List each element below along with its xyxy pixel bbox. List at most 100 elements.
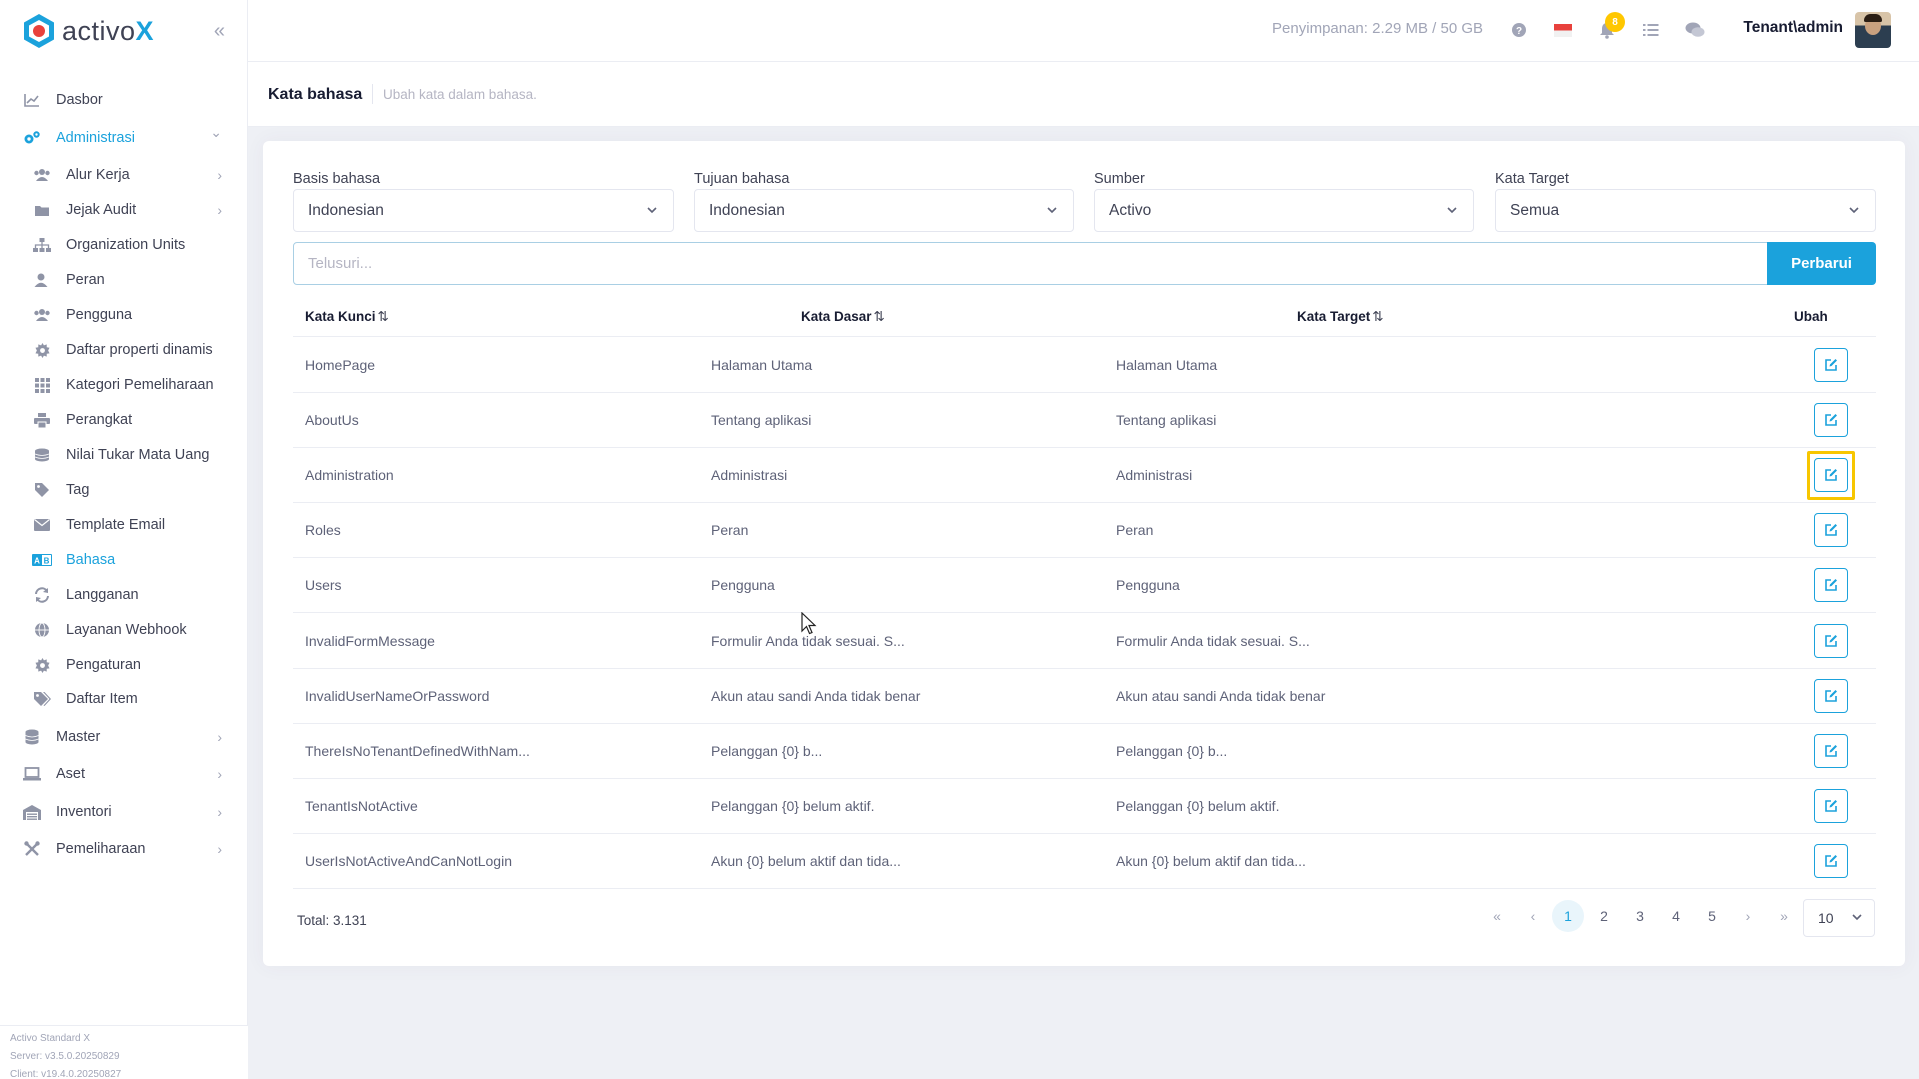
- edit-icon: [1825, 744, 1837, 757]
- sidebar-item-label: Tag: [66, 482, 90, 498]
- topbar: Penyimpanan: 2.29 MB / 50 GB ? 8 Tenant\…: [248, 0, 1919, 62]
- page-size-value: 10: [1818, 910, 1834, 926]
- cell-base-value: Pelanggan {0} belum aktif.: [711, 797, 875, 814]
- sidebar-item-inventori[interactable]: Inventori ›: [0, 792, 248, 832]
- edit-button[interactable]: [1814, 733, 1848, 768]
- sidebar-item-aset[interactable]: Aset ›: [0, 754, 248, 794]
- cell-target-value: Tentang aplikasi: [1116, 412, 1217, 429]
- cell-base-value: Akun {0} belum aktif dan tida...: [711, 852, 901, 869]
- sidebar-item-perangkat[interactable]: Perangkat: [0, 400, 248, 440]
- tools-icon: [22, 839, 42, 859]
- sidebar-item-nilai-tukar-mata-uang[interactable]: Nilai Tukar Mata Uang: [0, 435, 248, 475]
- sidebar-item-label: Pengaturan: [66, 657, 141, 673]
- avatar[interactable]: [1855, 12, 1891, 48]
- sidebar-item-template-email[interactable]: Template Email: [0, 505, 248, 545]
- sidebar-item-langganan[interactable]: Langganan: [0, 575, 248, 615]
- edit-button[interactable]: [1814, 843, 1848, 878]
- edit-button[interactable]: [1814, 458, 1848, 493]
- collapse-sidebar-icon[interactable]: «: [214, 20, 225, 43]
- sidebar-item-label: Bahasa: [66, 552, 116, 568]
- last-page-button[interactable]: »: [1768, 900, 1800, 932]
- column-header-target-value[interactable]: Kata Target ⇅: [1297, 309, 1384, 325]
- target-value-select[interactable]: Semua: [1495, 189, 1876, 232]
- sidebar-item-pengguna[interactable]: Pengguna: [0, 295, 248, 335]
- edit-button[interactable]: [1814, 403, 1848, 438]
- cell-key: HomePage: [305, 357, 376, 373]
- sidebar-item-label: Pengguna: [66, 307, 133, 323]
- chat-icon[interactable]: [1683, 18, 1707, 42]
- sidebar-item-daftar-item[interactable]: Daftar Item: [0, 679, 248, 719]
- column-header-base-value[interactable]: Kata Dasar ⇅: [801, 309, 885, 325]
- page-button-1[interactable]: 1: [1552, 900, 1584, 932]
- sort-icon: ⇅: [873, 309, 885, 324]
- tasks-icon[interactable]: [1639, 18, 1663, 42]
- edit-button[interactable]: [1814, 568, 1848, 603]
- sidebar-item-master[interactable]: Master ›: [0, 717, 248, 757]
- cell-key: ThereIsNoTenantDefinedWithNam...: [305, 742, 530, 759]
- table-row: HomePage Halaman Utama Halaman Utama: [293, 338, 1876, 393]
- search-input[interactable]: [308, 255, 1755, 272]
- sidebar-item-alur-kerja[interactable]: Alur Kerja ›: [0, 155, 248, 195]
- table-row: TenantIsNotActive Pelanggan {0} belum akt…: [293, 779, 1876, 834]
- source-select[interactable]: Activo: [1094, 189, 1474, 232]
- user-menu[interactable]: Tenant\admin: [1743, 19, 1843, 37]
- first-page-button[interactable]: «: [1481, 900, 1513, 932]
- sidebar-item-layanan-webhook[interactable]: Layanan Webhook: [0, 610, 248, 650]
- filter-label-target-language: Tujuan bahasa: [694, 171, 790, 187]
- cell-base-value: Pelanggan {0} b...: [711, 742, 823, 759]
- prev-page-button[interactable]: ‹: [1517, 900, 1549, 932]
- cell-target-value: Pelanggan {0} belum aktif.: [1116, 797, 1280, 814]
- page-button-5[interactable]: 5: [1696, 900, 1728, 932]
- cell-base-value: Pengguna: [711, 577, 775, 594]
- help-icon[interactable]: ?: [1507, 18, 1531, 42]
- sidebar-item-label: Template Email: [66, 517, 166, 533]
- chevron-right-icon: ›: [217, 766, 222, 782]
- page-button-3[interactable]: 3: [1624, 900, 1656, 932]
- sidebar-item-label: Daftar Item: [66, 691, 138, 707]
- sidebar-item-daftar-properti-dinamis[interactable]: Daftar properti dinamis: [0, 330, 248, 370]
- sidebar-item-administrasi[interactable]: Administrasi ⌄: [0, 118, 248, 158]
- table-row: ThereIsNoTenantDefinedWithNam... Pelangga…: [293, 724, 1876, 779]
- cell-target-value: Administrasi: [1116, 467, 1193, 484]
- sidebar-item-tag[interactable]: Tag: [0, 470, 248, 510]
- sidebar-item-organization-units[interactable]: Organization Units: [0, 225, 248, 265]
- flag-icon[interactable]: [1551, 18, 1575, 42]
- sidebar-item-label: Alur Kerja: [66, 167, 130, 183]
- logo[interactable]: activoX «: [0, 0, 247, 62]
- sidebar-item-bahasa[interactable]: A B Bahasa: [0, 540, 248, 580]
- sort-icon: ⇅: [377, 309, 389, 324]
- base-language-select[interactable]: Indonesian: [293, 189, 674, 232]
- edit-button[interactable]: [1814, 513, 1848, 548]
- envelope-icon: [32, 515, 52, 535]
- target-language-select[interactable]: Indonesian: [694, 189, 1074, 232]
- page-size-select[interactable]: 10: [1803, 899, 1875, 937]
- gear-icon: [32, 655, 52, 675]
- page-button-2[interactable]: 2: [1588, 900, 1620, 932]
- edit-button[interactable]: [1814, 788, 1848, 823]
- sidebar-item-kategori-pemeliharaan[interactable]: Kategori Pemeliharaan: [0, 365, 248, 405]
- sidebar-item-label: Peran: [66, 272, 105, 288]
- cell-base-value: Akun atau sandi Anda tidak benar: [711, 687, 921, 704]
- sidebar-item-dasbor[interactable]: Dasbor: [0, 80, 248, 120]
- cell-key: Users: [305, 577, 342, 594]
- client-version: Client: v19.4.0.20250827: [10, 1069, 122, 1079]
- next-page-button[interactable]: ›: [1732, 900, 1764, 932]
- sidebar-item-peran[interactable]: Peran: [0, 260, 248, 300]
- page-button-4[interactable]: 4: [1660, 900, 1692, 932]
- search-box: [293, 242, 1770, 285]
- bell-icon[interactable]: 8: [1595, 12, 1625, 42]
- column-header-key[interactable]: Kata Kunci ⇅: [305, 309, 389, 325]
- cell-target-value: Akun atau sandi Anda tidak benar: [1116, 687, 1326, 704]
- refresh-button[interactable]: Perbarui: [1767, 242, 1876, 285]
- edit-button[interactable]: [1814, 623, 1848, 658]
- edit-button[interactable]: [1814, 678, 1848, 713]
- users-icon: [32, 305, 52, 325]
- chevron-down-icon: [647, 207, 657, 214]
- target-value-value: Semua: [1510, 201, 1560, 219]
- svg-text:?: ?: [1516, 26, 1522, 37]
- sidebar-item-jejak-audit[interactable]: Jejak Audit ›: [0, 190, 248, 230]
- edit-button[interactable]: [1814, 348, 1848, 382]
- laptop-icon: [22, 764, 42, 784]
- logo-hex-icon: [24, 14, 54, 48]
- sidebar-item-pemeliharaan[interactable]: Pemeliharaan ›: [0, 829, 248, 869]
